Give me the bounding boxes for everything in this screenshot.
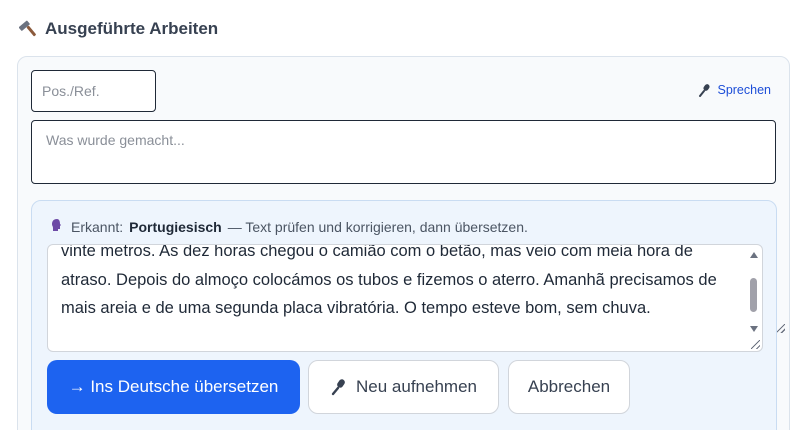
work-entry-card: Sprechen Erkannt: Portugiesisch — Text p…: [17, 56, 790, 430]
record-again-button[interactable]: Neu aufnehmen: [308, 360, 499, 414]
scroll-thumb[interactable]: [750, 278, 757, 312]
speaking-head-icon: [49, 217, 65, 236]
section-title: Ausgeführte Arbeiten: [45, 19, 219, 38]
cancel-button[interactable]: Abbrechen: [508, 360, 630, 414]
hammer-icon: [18, 19, 39, 39]
scroll-down-arrow-icon[interactable]: [750, 326, 758, 332]
detected-prefix: Erkannt:: [71, 218, 124, 235]
detected-language: Portugiesisch: [129, 218, 222, 235]
translate-button[interactable]: → Ins Deutsche übersetzen: [47, 360, 300, 414]
microphone-icon: [698, 83, 712, 97]
microphone-icon: [330, 378, 348, 396]
work-description-textarea[interactable]: [31, 120, 776, 184]
transcript-text: vinte metros. As dez horas chegou o cami…: [61, 244, 717, 317]
scroll-up-arrow-icon[interactable]: [750, 252, 758, 258]
language-detection-panel: Erkannt: Portugiesisch — Text prüfen und…: [31, 200, 777, 430]
detected-hint: — Text prüfen und korrigieren, dann über…: [227, 218, 528, 235]
pos-ref-input[interactable]: [31, 70, 156, 112]
detection-info: Erkannt: Portugiesisch — Text prüfen und…: [49, 217, 528, 236]
textarea-resize-handle[interactable]: [776, 324, 785, 333]
speak-button[interactable]: Sprechen: [698, 83, 771, 97]
record-again-label: Neu aufnehmen: [356, 377, 477, 396]
section-header: Ausgeführte Arbeiten: [18, 19, 219, 39]
transcript-scrollbar[interactable]: [747, 246, 761, 350]
speak-label: Sprechen: [717, 83, 771, 97]
transcript-textarea[interactable]: vinte metros. As dez horas chegou o cami…: [47, 244, 763, 352]
transcript-resize-handle[interactable]: [751, 340, 760, 349]
